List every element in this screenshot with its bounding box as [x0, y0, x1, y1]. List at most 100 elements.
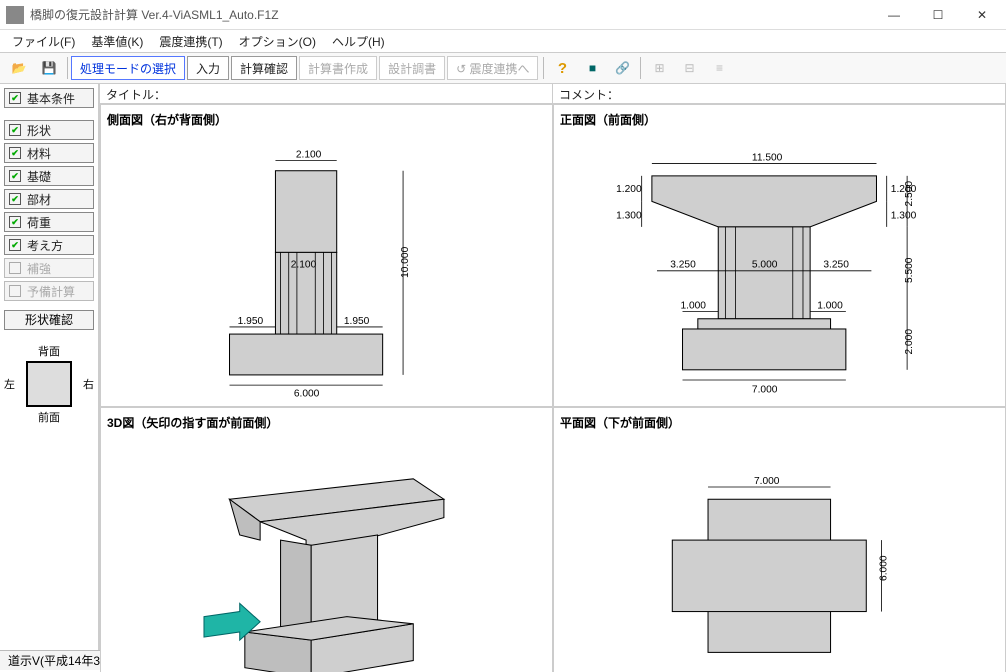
nav-label: 予備計算	[27, 283, 75, 300]
menu-file[interactable]: ファイル(F)	[6, 31, 81, 52]
title-label: タイトル：	[100, 84, 553, 103]
check-icon: ✔	[9, 170, 21, 182]
pane-plan-view: 平面図（下が前面側） 7.000 6.000	[553, 407, 1006, 672]
mode-form[interactable]: 設計調書	[379, 56, 445, 80]
tool-c[interactable]: ≡	[705, 56, 733, 80]
mode-seismic-link[interactable]: ↺ 震度連携へ	[447, 56, 538, 80]
link-icon: 🔗	[615, 61, 630, 75]
save-button[interactable]: 💾	[35, 56, 63, 80]
separator	[67, 57, 68, 79]
tool-b[interactable]: ⊟	[675, 56, 703, 80]
orient-front: 前面	[4, 409, 94, 425]
menu-seismic[interactable]: 震度連携(T)	[153, 31, 228, 52]
separator	[640, 57, 641, 79]
dim: 2.100	[291, 260, 317, 271]
orient-right: 右	[83, 376, 94, 392]
cube-icon: ■	[589, 61, 596, 75]
dim: 5.000	[752, 260, 778, 271]
orient-square[interactable]	[26, 361, 72, 407]
separator	[543, 57, 544, 79]
toolbar: 📂 💾 処理モードの選択 入力 計算確認 計算書作成 設計調書 ↺ 震度連携へ …	[0, 52, 1006, 84]
close-button[interactable]: ✕	[960, 1, 1004, 29]
nav-label: 部材	[27, 191, 51, 208]
dim: 11.500	[752, 153, 783, 164]
orientation-widget: 背面 左 右 前面	[4, 343, 94, 425]
check-icon: ✔	[9, 92, 21, 104]
nav-member[interactable]: ✔ 部材	[4, 189, 94, 209]
shape-confirm-button[interactable]: 形状確認	[4, 310, 94, 330]
nav-foundation[interactable]: ✔ 基礎	[4, 166, 94, 186]
nav-concept[interactable]: ✔ 考え方	[4, 235, 94, 255]
mode-report[interactable]: 計算書作成	[299, 56, 377, 80]
title-bar: 橋脚の復元設計計算 Ver.4-ViASML1_Auto.F1Z — ☐ ✕	[0, 0, 1006, 30]
nav-basic[interactable]: ✔ 基本条件	[4, 88, 94, 108]
pane-front-view: 正面図（前面側） 11.500 1.200 1.300 1.200 1.300 …	[553, 104, 1006, 407]
nav-label: 補強	[27, 260, 51, 277]
pane-caption: 3D図（矢印の指す面が前面側）	[107, 414, 546, 431]
3d-drawing[interactable]	[107, 435, 546, 672]
dim: 6.000	[294, 388, 320, 399]
minimize-button[interactable]: —	[872, 1, 916, 29]
mode-calc[interactable]: 計算確認	[231, 56, 297, 80]
nav-label: 考え方	[27, 237, 63, 254]
nav-load[interactable]: ✔ 荷重	[4, 212, 94, 232]
dim: 7.000	[754, 476, 780, 487]
dim: 1.000	[680, 301, 706, 312]
open-icon: 📂	[12, 61, 27, 75]
dim: 2.100	[296, 149, 322, 160]
front-view-drawing: 11.500 1.200 1.300 1.200 1.300 2.500 3.2…	[560, 132, 999, 403]
check-icon: ✔	[9, 216, 21, 228]
side-view-drawing: 2.100 2.100 1.950 1.950 6.000 10.000	[107, 132, 546, 403]
dim: 5.500	[904, 257, 915, 283]
link-button[interactable]: 🔗	[608, 56, 636, 80]
nav-label: 形状	[27, 122, 51, 139]
dim: 3.250	[670, 260, 696, 271]
check-icon: ✔	[9, 147, 21, 159]
cube-button[interactable]: ■	[578, 56, 606, 80]
tool-a[interactable]: ⊞	[645, 56, 673, 80]
check-icon: ✔	[9, 285, 21, 297]
nav-material[interactable]: ✔材料	[4, 143, 94, 163]
check-icon: ✔	[9, 239, 21, 251]
check-icon: ✔	[9, 124, 21, 136]
plan-drawing: 7.000 6.000	[560, 435, 999, 672]
maximize-button[interactable]: ☐	[916, 1, 960, 29]
menu-bar: ファイル(F) 基準値(K) 震度連携(T) オプション(O) ヘルプ(H)	[0, 30, 1006, 52]
mode-input[interactable]: 入力	[187, 56, 229, 80]
nav-label: 基礎	[27, 168, 51, 185]
dim: 1.950	[238, 316, 264, 327]
comment-label: コメント：	[553, 84, 1006, 103]
check-icon: ✔	[9, 193, 21, 205]
menu-base[interactable]: 基準値(K)	[85, 31, 149, 52]
dim: 3.250	[823, 260, 849, 271]
header-row: タイトル： コメント：	[100, 84, 1006, 104]
mode-select[interactable]: 処理モードの選択	[71, 56, 185, 80]
check-icon: ✔	[9, 262, 21, 274]
nav-label: 荷重	[27, 214, 51, 231]
menu-help[interactable]: ヘルプ(H)	[326, 31, 391, 52]
dim: 6.000	[879, 556, 890, 582]
dim: 1.300	[616, 211, 642, 222]
help-icon: ?	[558, 60, 567, 77]
nav-shape[interactable]: ✔ 形状	[4, 120, 94, 140]
dim: 2.000	[904, 329, 915, 355]
sidebar: ✔ 基本条件 ✔ 形状 ✔材料 ✔ 基礎 ✔ 部材 ✔ 荷重 ✔ 考え方 ✔ 補強 ✔ 予備計算…	[0, 84, 100, 650]
pane-side-view: 側面図（右が背面側） 2.100 2.100 1.950 1.950 6.000…	[100, 104, 553, 407]
dim: 1.950	[344, 316, 370, 327]
app-icon	[6, 6, 24, 24]
open-button[interactable]: 📂	[5, 56, 33, 80]
dim: 1.300	[891, 211, 917, 222]
orient-left: 左	[4, 376, 15, 392]
help-button[interactable]: ?	[548, 56, 576, 80]
save-icon: 💾	[42, 61, 57, 75]
dim: 2.500	[904, 181, 915, 207]
pane-caption: 平面図（下が前面側）	[560, 414, 999, 431]
orient-back: 背面	[4, 343, 94, 359]
nav-label: 基本条件	[27, 90, 75, 107]
menu-option[interactable]: オプション(O)	[233, 31, 322, 52]
nav-reinforce: ✔ 補強	[4, 258, 94, 278]
pane-caption: 正面図（前面側）	[560, 111, 999, 128]
nav-precalc: ✔ 予備計算	[4, 281, 94, 301]
dim: 1.200	[616, 184, 642, 195]
main-area: タイトル： コメント： 側面図（右が背面側） 2.100 2.100 1.950…	[100, 84, 1006, 650]
